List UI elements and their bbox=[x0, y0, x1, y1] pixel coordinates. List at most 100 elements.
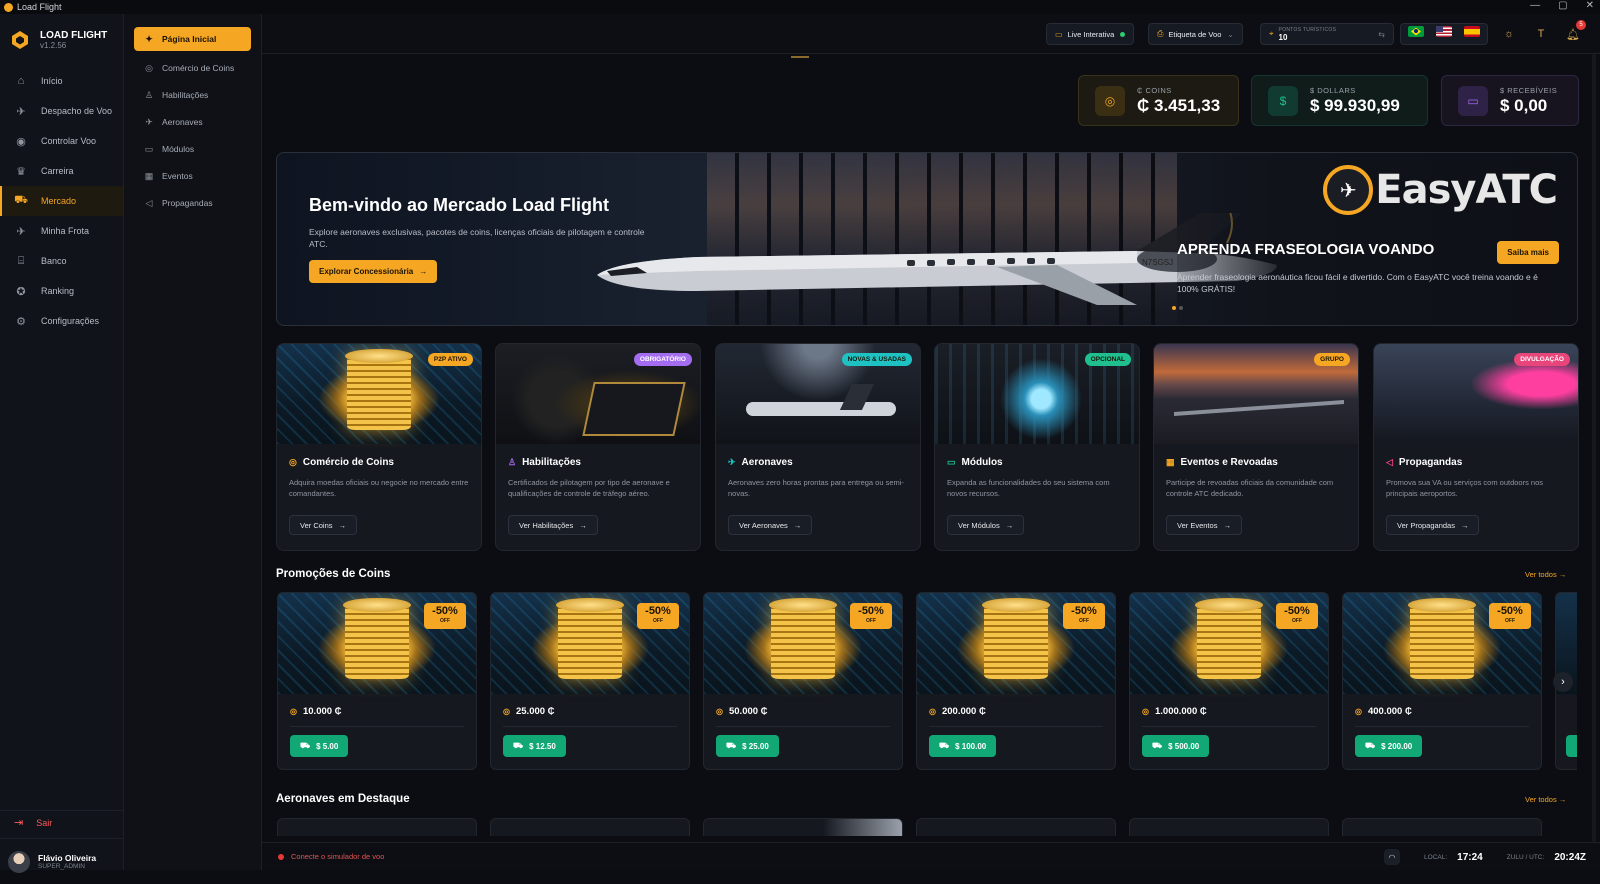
promo-card[interactable]: -50% OFF ◎ 50.000 ₵ ⛟ $ 25.00 bbox=[703, 592, 903, 770]
sidebar-item-frota[interactable]: ✈ Minha Frota bbox=[0, 216, 123, 246]
view-events-button[interactable]: Ver Eventos → bbox=[1166, 515, 1242, 535]
promo-card[interactable]: -50% OFF ◎ 200.000 ₵ ⛟ $ 100.00 bbox=[916, 592, 1116, 770]
user-profile[interactable]: Flávio Oliveira SUPER_ADMIN bbox=[0, 838, 124, 884]
coins-label: ₵ COINS bbox=[1137, 85, 1172, 95]
subnav-item-pagina-inicial[interactable]: ✦ Página Inicial bbox=[134, 27, 251, 51]
view-coins-button[interactable]: Ver Coins → bbox=[289, 515, 358, 535]
hero-welcome: Bem-vindo ao Mercado Load Flight Explore… bbox=[309, 195, 649, 283]
promo-card[interactable]: -50% OFF ◎ 25.000 ₵ ⛟ $ 12.50 bbox=[490, 592, 690, 770]
featured-aircraft-card[interactable] bbox=[490, 818, 690, 836]
sidebar-item-ranking[interactable]: ✪ Ranking bbox=[0, 276, 123, 306]
featured-aircraft-card[interactable] bbox=[703, 818, 903, 836]
promo-card[interactable]: -50% OFF ◎ 1.000.000 ₵ ⛟ $ 500.00 bbox=[1129, 592, 1329, 770]
flag-brazil-icon[interactable] bbox=[1408, 26, 1424, 37]
dollars-value: $ 99.930,99 bbox=[1310, 95, 1400, 115]
live-button[interactable]: ▭ Live Interativa bbox=[1046, 23, 1135, 45]
logout-button[interactable]: ⇥ Sair bbox=[0, 810, 124, 834]
subnav-item-label: Aeronaves bbox=[162, 117, 203, 127]
buy-button[interactable]: ⛟ $ 25.00 bbox=[716, 735, 779, 757]
flag-spain-icon[interactable] bbox=[1464, 26, 1480, 37]
text-size-icon[interactable]: T bbox=[1530, 23, 1552, 45]
cart-icon: ⛟ bbox=[300, 741, 311, 750]
sidebar-item-configuracoes[interactable]: ⚙ Configurações bbox=[0, 306, 123, 336]
receivables-label: $ RECEBÍVEIS bbox=[1500, 85, 1558, 95]
flight-tag-label: Etiqueta de Voo bbox=[1168, 29, 1222, 39]
button-label: Ver Aeronaves bbox=[739, 520, 788, 530]
button-label: Ver Propagandas bbox=[1397, 520, 1455, 530]
cart-icon: ⛟ bbox=[1152, 741, 1163, 750]
promotions-see-all-link[interactable]: Ver todos → bbox=[1525, 570, 1566, 579]
category-description: Aeronaves zero horas prontas para entreg… bbox=[728, 478, 904, 498]
flight-tag-dropdown[interactable]: ⎙ Etiqueta de Voo ⌄ bbox=[1148, 23, 1243, 45]
dollars-balance-card[interactable]: $ $ DOLLARS $ 99.930,99 bbox=[1251, 75, 1428, 126]
category-card-modules[interactable]: OPCIONAL ▭ Módulos Expanda as funcionalid… bbox=[934, 343, 1140, 551]
buy-button[interactable]: ⛟ $ 500.00 bbox=[1142, 735, 1210, 757]
promo-card[interactable]: -50% OFF ◎ 10.000 ₵ ⛟ $ 5.00 bbox=[277, 592, 477, 770]
category-badge: DIVULGAÇÃO bbox=[1514, 353, 1570, 366]
promo-card[interactable]: -50% OFF ◎ 400.000 ₵ ⛟ $ 200.00 bbox=[1342, 592, 1542, 770]
carousel-dot-active[interactable] bbox=[1172, 306, 1176, 310]
category-card-coins[interactable]: P2P ATIVO ◎ Comércio de Coins Adquira moe… bbox=[276, 343, 482, 551]
receivables-balance-card[interactable]: ▭ $ RECEBÍVEIS $ 0,00 bbox=[1441, 75, 1579, 126]
discount-badge: -50% OFF bbox=[1489, 603, 1531, 629]
headset-icon[interactable]: ◠ bbox=[1384, 849, 1401, 865]
sidebar-item-despacho[interactable]: ✈ Despacho de Voo bbox=[0, 96, 123, 126]
view-modules-button[interactable]: Ver Módulos → bbox=[947, 515, 1025, 535]
category-description: Adquira moedas oficiais ou negocie no me… bbox=[289, 478, 469, 498]
explore-dealership-button[interactable]: Explorar Concessionária → bbox=[309, 260, 438, 283]
view-aircraft-button[interactable]: Ver Aeronaves → bbox=[728, 515, 813, 535]
ads-image: DIVULGAÇÃO bbox=[1374, 344, 1578, 444]
scrollbar[interactable] bbox=[1592, 54, 1596, 842]
window-titlebar: Load Flight — ▢ ✕ bbox=[0, 0, 1600, 14]
featured-aircraft-card[interactable] bbox=[916, 818, 1116, 836]
view-licenses-button[interactable]: Ver Habilitações → bbox=[508, 515, 598, 535]
medal-icon: ✪ bbox=[16, 285, 26, 298]
subnav-item-habilitacoes[interactable]: ♙ Habilitações bbox=[134, 82, 251, 108]
sidebar-item-carreira[interactable]: ♛ Carreira bbox=[0, 156, 123, 186]
sidebar-item-inicio[interactable]: ⌂ Início bbox=[0, 66, 123, 96]
brand[interactable]: LOAD FLIGHT v1.2.56 bbox=[0, 14, 123, 56]
subnav-item-eventos[interactable]: ▦ Eventos bbox=[134, 163, 251, 189]
carousel-dot[interactable] bbox=[1179, 306, 1183, 310]
featured-aircraft-card[interactable] bbox=[277, 818, 477, 836]
points-value: 10 bbox=[1278, 32, 1288, 42]
megaphone-icon: ◁ bbox=[145, 197, 153, 208]
tourist-points[interactable]: ⌖ PONTOS TURÍSTICOS 10 ⇆ bbox=[1260, 23, 1394, 45]
sim-status-text[interactable]: Conecte o simulador de voo bbox=[291, 852, 384, 861]
coins-balance-card[interactable]: ◎ ₵ COINS ₵ 3.451,33 bbox=[1078, 75, 1239, 126]
close-icon[interactable]: ✕ bbox=[1586, 0, 1594, 11]
module-icon: ▭ bbox=[947, 457, 956, 467]
buy-button[interactable]: ⛟ $ 12.50 bbox=[503, 735, 566, 757]
view-ads-button[interactable]: Ver Propagandas → bbox=[1386, 515, 1480, 535]
category-card-ads[interactable]: DIVULGAÇÃO ◁ Propagandas Promova sua VA o… bbox=[1373, 343, 1579, 551]
subnav-item-aeronaves[interactable]: ✈ Aeronaves bbox=[134, 109, 251, 135]
sidebar-item-banco[interactable]: ⌸ Banco bbox=[0, 246, 123, 276]
featured-see-all-link[interactable]: Ver todos → bbox=[1525, 795, 1566, 804]
learn-more-button[interactable]: Saiba mais bbox=[1497, 241, 1559, 264]
minimize-icon[interactable]: — bbox=[1530, 0, 1540, 11]
discount-sub: OFF bbox=[653, 618, 663, 624]
discount-value: -50% bbox=[1284, 605, 1310, 617]
sidebar-item-controlar[interactable]: ◉ Controlar Voo bbox=[0, 126, 123, 156]
carousel-next-button[interactable]: › bbox=[1553, 672, 1573, 692]
sidebar-item-mercado[interactable]: ⛟ Mercado bbox=[0, 186, 123, 216]
flag-usa-icon[interactable] bbox=[1436, 26, 1452, 37]
featured-aircraft-card[interactable] bbox=[1342, 818, 1542, 836]
discount-badge: -50% OFF bbox=[424, 603, 466, 629]
explore-button-label: Explorar Concessionária bbox=[319, 267, 414, 276]
category-card-aircraft[interactable]: NOVAS & USADAS ✈ Aeronaves Aeronaves zero… bbox=[715, 343, 921, 551]
buy-button[interactable]: ⛟ $ 5.00 bbox=[290, 735, 349, 757]
featured-aircraft-card[interactable] bbox=[1129, 818, 1329, 836]
buy-button[interactable]: ⛟ $ 200.00 bbox=[1355, 735, 1423, 757]
buy-button[interactable]: ⛟ $ 100.00 bbox=[929, 735, 997, 757]
maximize-icon[interactable]: ▢ bbox=[1558, 0, 1567, 11]
subnav-item-propagandas[interactable]: ◁ Propagandas bbox=[134, 190, 251, 216]
category-card-licenses[interactable]: OBRIGATÓRIO ♙ Habilitações Certificados d… bbox=[495, 343, 701, 551]
theme-toggle-icon[interactable]: ☼ bbox=[1498, 23, 1520, 45]
category-card-events[interactable]: GRUPO ▦ Eventos e Revoadas Participe de r… bbox=[1153, 343, 1359, 551]
subnav-item-coins[interactable]: ◎ Comércio de Coins bbox=[134, 55, 251, 81]
subnav-item-modulos[interactable]: ▭ Módulos bbox=[134, 136, 251, 162]
notifications-bell-icon[interactable]: 🔔︎ 5 bbox=[1562, 20, 1586, 45]
discount-sub: OFF bbox=[1505, 618, 1515, 624]
brand-version: v1.2.56 bbox=[40, 41, 67, 50]
